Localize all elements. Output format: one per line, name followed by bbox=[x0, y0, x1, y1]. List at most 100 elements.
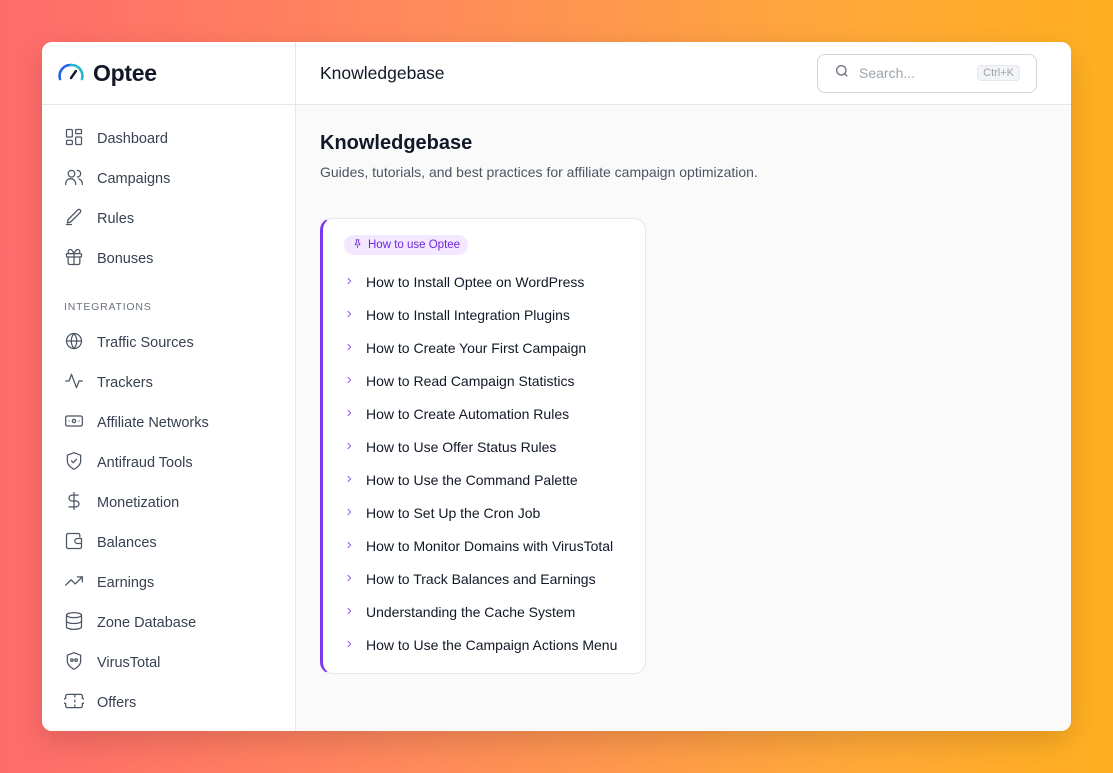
banknote-icon bbox=[64, 411, 84, 435]
sidebar-item-offers[interactable]: Offers bbox=[42, 683, 295, 723]
article-link[interactable]: How to Create Your First Campaign bbox=[344, 331, 625, 364]
chevron-right-icon bbox=[344, 504, 354, 522]
article-link[interactable]: How to Monitor Domains with VirusTotal bbox=[344, 529, 625, 562]
sidebar: Optee Dashboard Campaigns Rules Bonuses … bbox=[42, 42, 296, 731]
article-label: How to Track Balances and Earnings bbox=[366, 570, 596, 587]
sidebar-item-earnings[interactable]: Earnings bbox=[42, 563, 295, 603]
sidebar-item-label: Affiliate Networks bbox=[97, 415, 209, 431]
search-icon bbox=[834, 63, 850, 84]
article-label: How to Use the Command Palette bbox=[366, 471, 578, 488]
ticket-icon bbox=[62, 691, 86, 715]
sidebar-item-trackers[interactable]: Trackers bbox=[42, 363, 295, 403]
chevron-right-icon bbox=[344, 405, 354, 423]
chevron-right-icon bbox=[344, 636, 354, 654]
article-label: How to Create Your First Campaign bbox=[366, 339, 587, 356]
sidebar-item-traffic-sources[interactable]: Traffic Sources bbox=[42, 323, 295, 363]
page-subtitle: Guides, tutorials, and best practices fo… bbox=[320, 164, 758, 180]
sidebar-item-monetization[interactable]: Monetization bbox=[42, 483, 295, 523]
category-badge-label: How to use Optee bbox=[368, 239, 461, 251]
sidebar-item-label: Offers bbox=[97, 695, 137, 711]
sidebar-item-rules[interactable]: Rules bbox=[42, 199, 295, 239]
search-input[interactable]: Search... Ctrl+K bbox=[817, 53, 1037, 93]
chevron-right-icon bbox=[344, 537, 354, 555]
article-list: How to Install Optee on WordPress How to … bbox=[344, 265, 625, 661]
sidebar-item-label: Trackers bbox=[97, 375, 153, 391]
brand[interactable]: Optee bbox=[42, 42, 295, 105]
main-area: Knowledgebase Search... Ctrl+K Knowledge… bbox=[296, 42, 1071, 731]
article-link[interactable]: How to Create Automation Rules bbox=[344, 397, 625, 430]
search-shortcut: Ctrl+K bbox=[977, 65, 1020, 81]
article-label: How to Use the Campaign Actions Menu bbox=[366, 636, 618, 653]
wallet-icon bbox=[64, 531, 84, 555]
sidebar-item-campaigns[interactable]: Campaigns bbox=[42, 159, 295, 199]
article-link[interactable]: How to Install Optee on WordPress bbox=[344, 265, 625, 298]
sidebar-nav: Dashboard Campaigns Rules Bonuses INTEGR… bbox=[42, 105, 295, 723]
chevron-right-icon bbox=[344, 372, 354, 390]
dollar-icon bbox=[64, 491, 84, 515]
sidebar-item-label: Rules bbox=[97, 211, 135, 227]
sidebar-item-label: Monetization bbox=[97, 495, 180, 511]
users-icon bbox=[64, 167, 84, 191]
article-link[interactable]: Understanding the Cache System bbox=[344, 595, 625, 628]
sidebar-item-affiliate-networks[interactable]: Affiliate Networks bbox=[42, 403, 295, 443]
sidebar-item-bonuses[interactable]: Bonuses bbox=[42, 239, 295, 279]
shield-mask-icon bbox=[64, 651, 84, 675]
shield-check-icon bbox=[64, 451, 84, 475]
article-label: How to Install Integration Plugins bbox=[366, 306, 570, 323]
dashboard-icon bbox=[64, 127, 84, 151]
pin-icon bbox=[352, 238, 363, 252]
article-label: How to Monitor Domains with VirusTotal bbox=[366, 537, 614, 554]
sidebar-item-label: Bonuses bbox=[97, 251, 154, 267]
chevron-right-icon bbox=[344, 273, 354, 291]
pencil-icon bbox=[64, 207, 84, 231]
page-title: Knowledgebase bbox=[320, 132, 473, 154]
article-link[interactable]: How to Use Offer Status Rules bbox=[344, 430, 625, 463]
sidebar-item-zone-database[interactable]: Zone Database bbox=[42, 603, 295, 643]
gift-icon bbox=[64, 247, 84, 271]
sidebar-item-dashboard[interactable]: Dashboard bbox=[42, 119, 295, 159]
article-label: How to Create Automation Rules bbox=[366, 405, 570, 422]
chevron-right-icon bbox=[344, 339, 354, 357]
topbar: Knowledgebase Search... Ctrl+K bbox=[296, 42, 1071, 105]
brand-name: Optee bbox=[93, 59, 157, 86]
sidebar-item-balances[interactable]: Balances bbox=[42, 523, 295, 563]
kb-category-card: How to use Optee How to Install Optee on… bbox=[320, 218, 646, 674]
sidebar-item-label: Traffic Sources bbox=[97, 335, 194, 351]
sidebar-item-label: VirusTotal bbox=[97, 655, 161, 671]
chevron-right-icon bbox=[344, 306, 354, 324]
sidebar-item-antifraud-tools[interactable]: Antifraud Tools bbox=[42, 443, 295, 483]
article-link[interactable]: How to Read Campaign Statistics bbox=[344, 364, 625, 397]
article-label: How to Install Optee on WordPress bbox=[366, 273, 585, 290]
globe-icon bbox=[64, 331, 84, 355]
trending-up-icon bbox=[64, 571, 84, 595]
article-label: Understanding the Cache System bbox=[366, 603, 576, 620]
logo-gauge-icon bbox=[57, 59, 85, 88]
article-link[interactable]: How to Track Balances and Earnings bbox=[344, 562, 625, 595]
sidebar-item-label: Balances bbox=[97, 535, 157, 551]
activity-icon bbox=[64, 371, 84, 395]
sidebar-item-label: Zone Database bbox=[97, 615, 197, 631]
chevron-right-icon bbox=[344, 438, 354, 456]
header-title: Knowledgebase bbox=[320, 62, 445, 83]
article-link[interactable]: How to Use the Campaign Actions Menu bbox=[344, 628, 625, 661]
sidebar-item-label: Campaigns bbox=[97, 171, 171, 187]
sidebar-item-label: Antifraud Tools bbox=[97, 455, 193, 471]
chevron-right-icon bbox=[344, 570, 354, 588]
article-link[interactable]: How to Use the Command Palette bbox=[344, 463, 625, 496]
chevron-right-icon bbox=[344, 603, 354, 621]
sidebar-item-label: Dashboard bbox=[97, 131, 168, 147]
article-label: How to Read Campaign Statistics bbox=[366, 372, 575, 389]
sidebar-section-integrations: INTEGRATIONS bbox=[64, 301, 152, 313]
sidebar-item-virustotal[interactable]: VirusTotal bbox=[42, 643, 295, 683]
app-window: Optee Dashboard Campaigns Rules Bonuses … bbox=[42, 42, 1071, 731]
article-link[interactable]: How to Install Integration Plugins bbox=[344, 298, 625, 331]
chevron-right-icon bbox=[344, 471, 354, 489]
content: Knowledgebase Guides, tutorials, and bes… bbox=[296, 105, 1071, 701]
sidebar-item-label: Earnings bbox=[97, 575, 155, 591]
category-badge: How to use Optee bbox=[344, 235, 469, 255]
article-label: How to Set Up the Cron Job bbox=[366, 504, 541, 521]
article-link[interactable]: How to Set Up the Cron Job bbox=[344, 496, 625, 529]
search-placeholder: Search... bbox=[859, 65, 916, 81]
database-icon bbox=[64, 611, 84, 635]
article-label: How to Use Offer Status Rules bbox=[366, 438, 557, 455]
